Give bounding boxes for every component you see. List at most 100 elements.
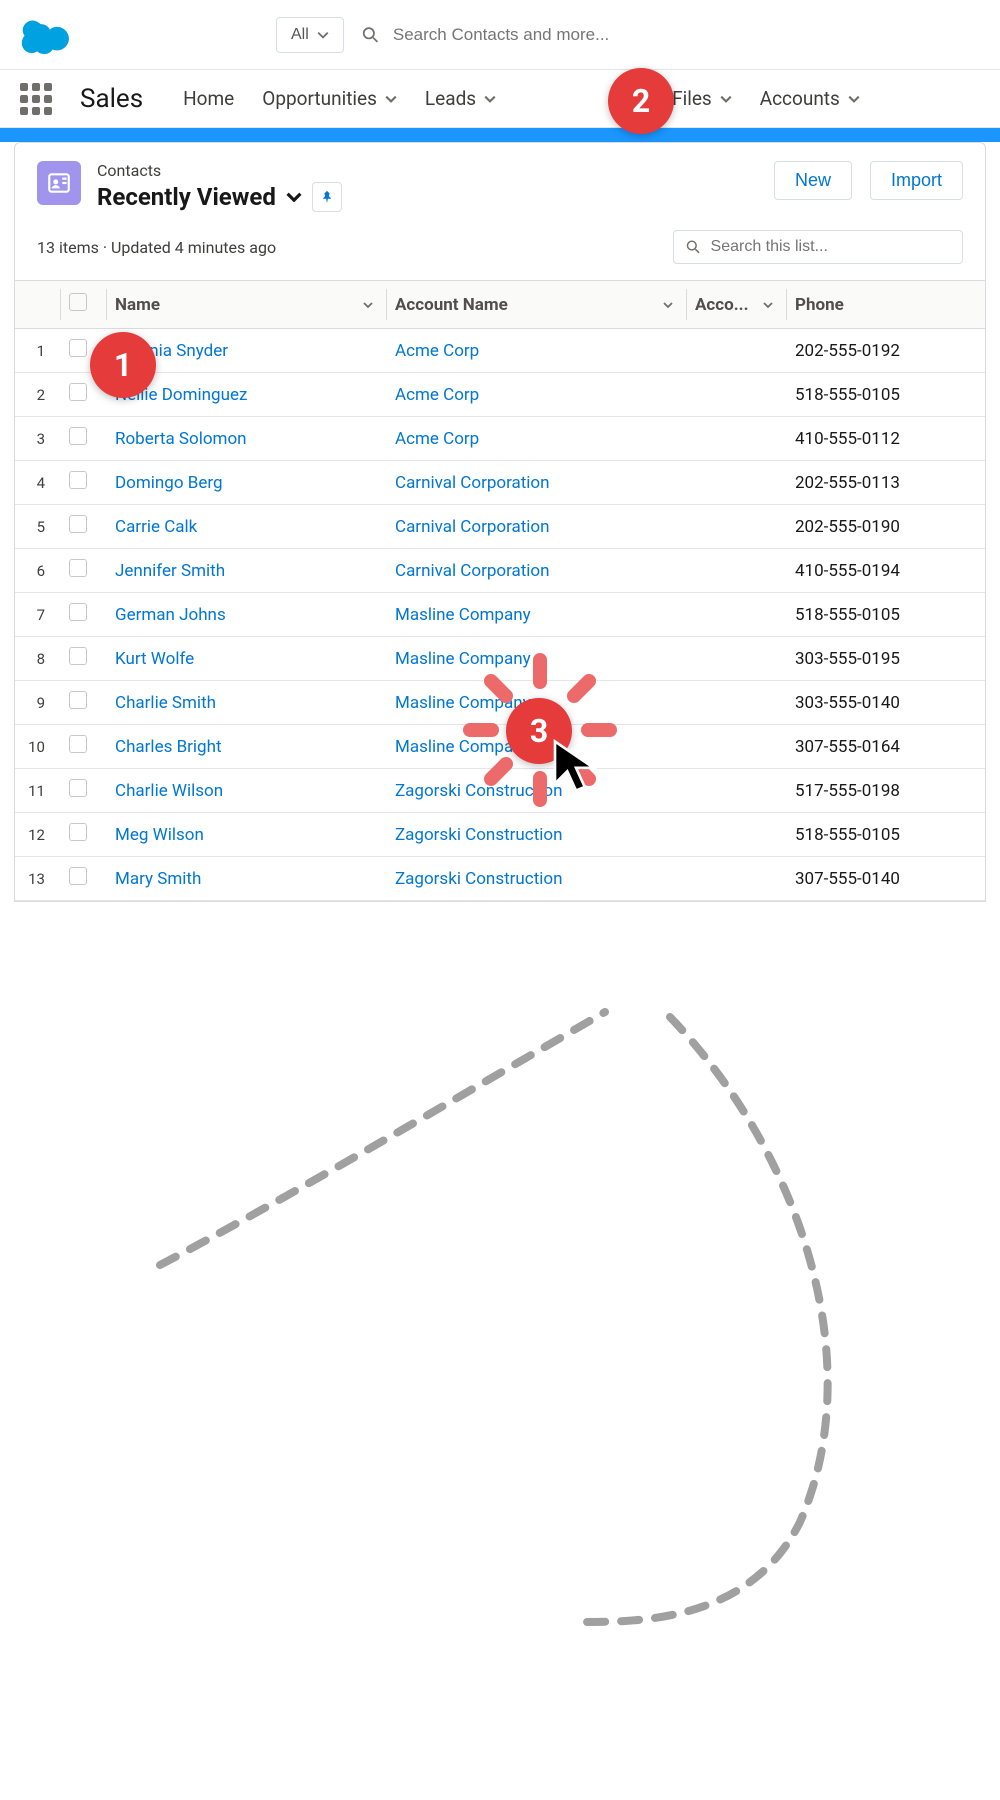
row-checkbox-cell[interactable] [61, 681, 107, 725]
row-number: 12 [15, 813, 61, 857]
annotation-path [0, 902, 1000, 1800]
list-search-input[interactable] [711, 238, 950, 256]
table-row[interactable]: 3Roberta SolomonAcme Corp410-555-0112 [15, 417, 985, 461]
row-checkbox[interactable] [69, 427, 87, 445]
nav-files[interactable]: Files [672, 87, 732, 110]
account-name-link[interactable]: Carnival Corporation [387, 549, 687, 593]
account-name-link[interactable]: Masline Company [387, 637, 687, 681]
row-checkbox[interactable] [69, 823, 87, 841]
row-checkbox[interactable] [69, 603, 87, 621]
table-row[interactable]: 8Kurt WolfeMasline Company303-555-0195 [15, 637, 985, 681]
phone-cell: 303-555-0140 [787, 681, 985, 725]
col-account-name[interactable]: Account Name [387, 281, 687, 329]
row-number: 1 [15, 329, 61, 373]
table-row[interactable]: 5Carrie CalkCarnival Corporation202-555-… [15, 505, 985, 549]
contact-name-link[interactable]: Mary Smith [107, 857, 387, 901]
contact-name-link[interactable]: Charles Bright [107, 725, 387, 769]
col-select-all[interactable] [61, 281, 107, 329]
table-row[interactable]: 2Nellie DominguezAcme Corp518-555-0105 [15, 373, 985, 417]
new-button[interactable]: New [774, 161, 852, 200]
row-checkbox-cell[interactable] [61, 417, 107, 461]
contact-name-link[interactable]: Domingo Berg [107, 461, 387, 505]
import-button[interactable]: Import [870, 161, 963, 200]
account-name-link[interactable]: Acme Corp [387, 373, 687, 417]
row-checkbox-cell[interactable] [61, 593, 107, 637]
contact-name-link[interactable]: German Johns [107, 593, 387, 637]
phone-cell: 518-555-0105 [787, 593, 985, 637]
row-checkbox-cell[interactable] [61, 857, 107, 901]
row-checkbox-cell[interactable] [61, 461, 107, 505]
row-checkbox-cell[interactable] [61, 725, 107, 769]
row-checkbox-cell[interactable] [61, 769, 107, 813]
acco-cell [687, 461, 787, 505]
row-checkbox[interactable] [69, 339, 87, 357]
row-checkbox-cell[interactable] [61, 813, 107, 857]
contact-name-link[interactable]: Charlie Smith [107, 681, 387, 725]
row-checkbox[interactable] [69, 383, 87, 401]
nav-home[interactable]: Home [183, 87, 234, 110]
contact-name-link[interactable]: Carrie Calk [107, 505, 387, 549]
table-row[interactable]: 6Jennifer SmithCarnival Corporation410-5… [15, 549, 985, 593]
nav-leads[interactable]: Leads [425, 87, 496, 110]
row-checkbox[interactable] [69, 735, 87, 753]
row-checkbox-cell[interactable] [61, 549, 107, 593]
acco-cell [687, 857, 787, 901]
pin-icon [320, 190, 334, 204]
nav-accounts[interactable]: Accounts [760, 87, 860, 110]
row-checkbox[interactable] [69, 471, 87, 489]
contact-name-link[interactable]: Jennifer Smith [107, 549, 387, 593]
pin-list-button[interactable] [312, 182, 342, 212]
table-row[interactable]: 10Charles BrightMasline Company307-555-0… [15, 725, 985, 769]
contact-name-link[interactable]: Meg Wilson [107, 813, 387, 857]
row-number: 3 [15, 417, 61, 461]
account-name-link[interactable]: Zagorski Construction [387, 813, 687, 857]
row-checkbox[interactable] [69, 559, 87, 577]
list-view-switcher[interactable]: Recently Viewed [97, 182, 342, 212]
row-checkbox[interactable] [69, 691, 87, 709]
row-number: 4 [15, 461, 61, 505]
table-row[interactable]: 4 Domingo BergCarnival Corporation 202-555… [15, 461, 985, 505]
account-name-link[interactable]: Carnival Corporation [387, 505, 687, 549]
global-search[interactable] [362, 18, 980, 52]
row-checkbox-cell[interactable] [61, 505, 107, 549]
search-scope-dropdown[interactable]: All [276, 17, 344, 53]
account-name-link[interactable]: Masline Company [387, 593, 687, 637]
row-checkbox[interactable] [69, 779, 87, 797]
select-all-checkbox[interactable] [69, 293, 87, 311]
col-name[interactable]: Name [107, 281, 387, 329]
row-number: 9 [15, 681, 61, 725]
list-search[interactable] [673, 230, 963, 264]
contact-name-link[interactable]: Charlie Wilson [107, 769, 387, 813]
account-name-link[interactable]: Carnival Corporation [387, 461, 687, 505]
acco-cell [687, 813, 787, 857]
nav-opportunities[interactable]: Opportunities [262, 87, 397, 110]
col-acco[interactable]: Acco... [687, 281, 787, 329]
acco-cell [687, 637, 787, 681]
search-icon [686, 239, 701, 255]
table-row[interactable]: 1Virginia SnyderAcme Corp202-555-0192 [15, 329, 985, 373]
row-checkbox[interactable] [69, 647, 87, 665]
table-row[interactable]: 11Charlie WilsonZagorski Construction517… [15, 769, 985, 813]
account-name-link[interactable]: Zagorski Construction [387, 769, 687, 813]
acco-cell [687, 417, 787, 461]
table-row[interactable]: 9Charlie SmithMasline Company303-555-014… [15, 681, 985, 725]
account-name-link[interactable]: Zagorski Construction [387, 857, 687, 901]
contact-name-link[interactable]: Kurt Wolfe [107, 637, 387, 681]
phone-cell: 518-555-0105 [787, 373, 985, 417]
row-checkbox[interactable] [69, 515, 87, 533]
contact-name-link[interactable]: Roberta Solomon [107, 417, 387, 461]
app-launcher-icon[interactable] [20, 83, 52, 115]
table-row[interactable]: 7German JohnsMasline Company518-555-0105 [15, 593, 985, 637]
table-row[interactable]: 13Mary SmithZagorski Construction307-555… [15, 857, 985, 901]
object-label: Contacts [97, 161, 342, 180]
phone-cell: 202-555-0190 [787, 505, 985, 549]
table-row[interactable]: 12Meg WilsonZagorski Construction518-555… [15, 813, 985, 857]
account-name-link[interactable]: Acme Corp [387, 329, 687, 373]
acco-cell [687, 681, 787, 725]
phone-cell: 202-555-0113 [787, 461, 985, 505]
account-name-link[interactable]: Acme Corp [387, 417, 687, 461]
global-search-input[interactable] [393, 25, 980, 45]
row-checkbox-cell[interactable] [61, 637, 107, 681]
row-checkbox[interactable] [69, 867, 87, 885]
col-phone[interactable]: Phone [787, 281, 985, 329]
